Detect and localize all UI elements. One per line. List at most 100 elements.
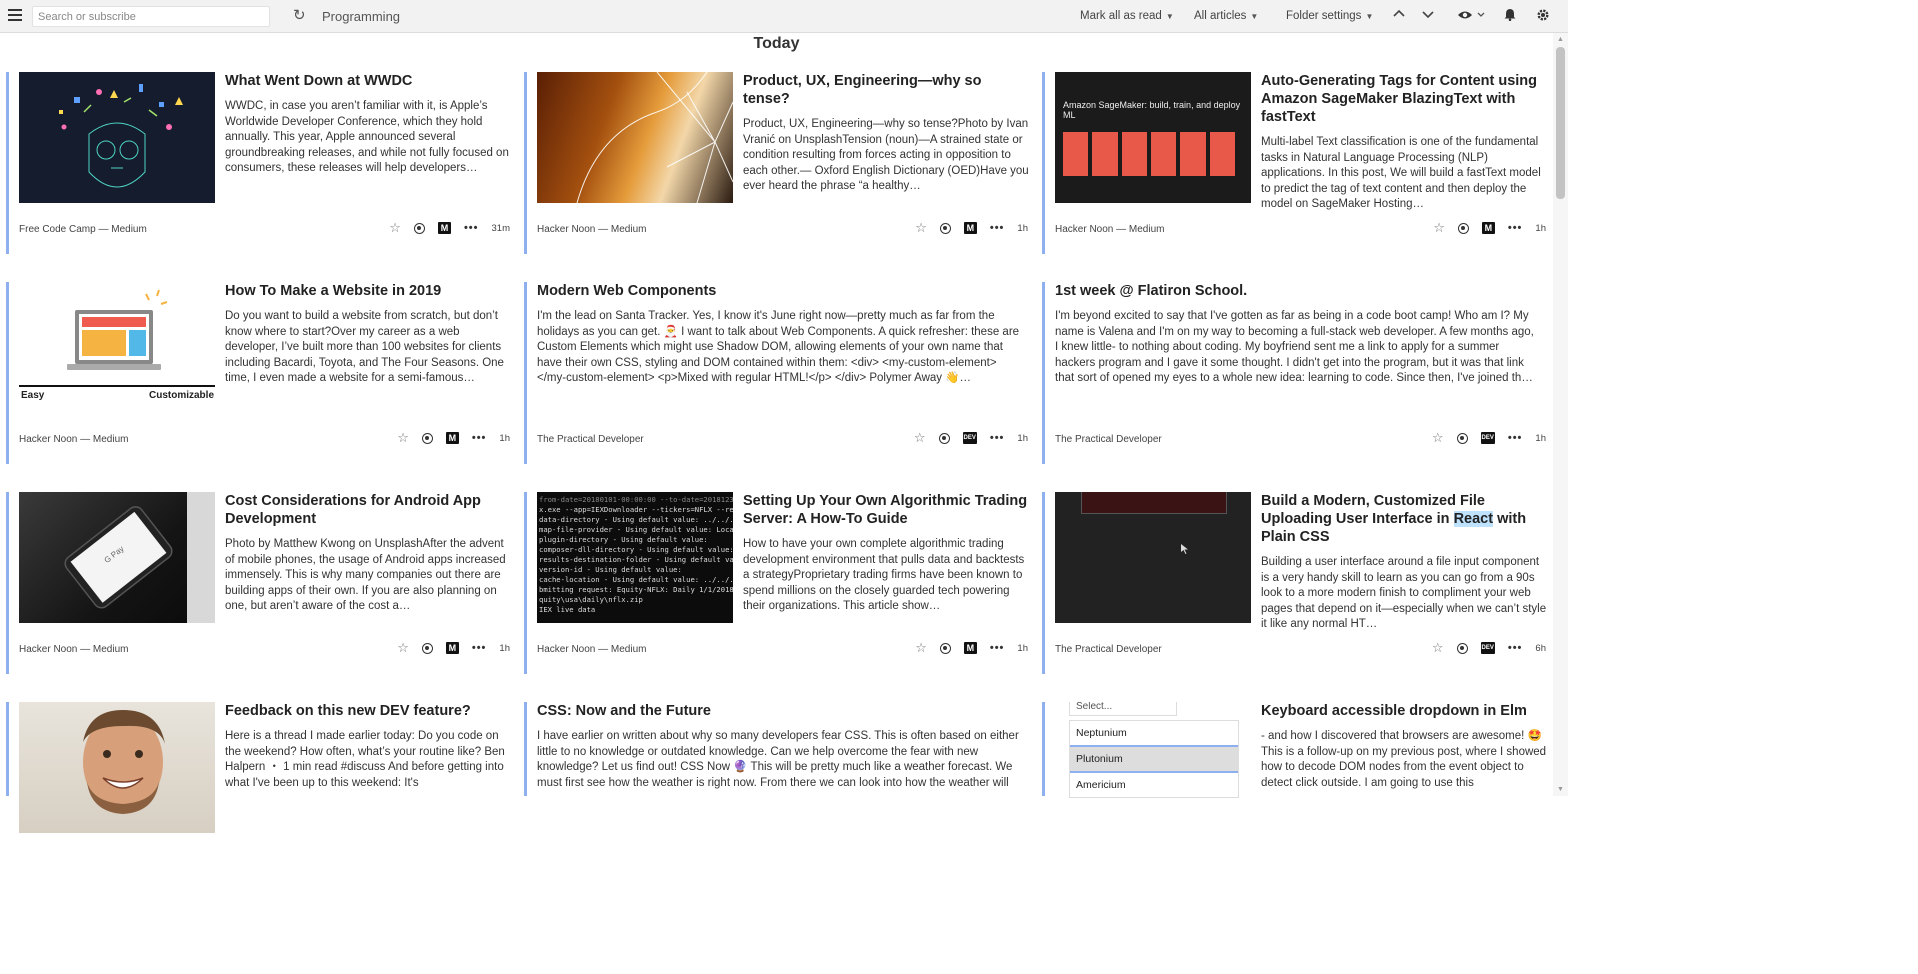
article-card[interactable]: Modern Web Components I'm the lead on Sa… — [524, 282, 1036, 464]
article-title[interactable]: Product, UX, Engineering—why so tense? — [743, 72, 1031, 108]
scroll-up-icon[interactable]: ▲ — [1557, 36, 1564, 43]
refresh-icon[interactable]: ↻ — [293, 7, 306, 25]
article-source[interactable]: Hacker Noon — Medium — [1055, 224, 1164, 235]
title-highlight: React — [1453, 511, 1494, 527]
more-icon[interactable]: ••• — [472, 432, 487, 444]
terminal-line: data-directory - Using default value: ..… — [539, 515, 733, 524]
article-actions: ☆ M ••• 1h — [915, 221, 1028, 235]
radio-icon[interactable] — [413, 222, 425, 234]
article-time: 1h — [499, 642, 510, 654]
menu-icon[interactable] — [8, 9, 22, 23]
gear-icon[interactable] — [1536, 8, 1550, 26]
radio-icon[interactable] — [1457, 222, 1469, 234]
article-title[interactable]: What Went Down at WWDC — [225, 72, 513, 90]
article-card[interactable]: G Pay Cost Considerations for Android Ap… — [6, 492, 518, 674]
article-source[interactable]: Hacker Noon — Medium — [19, 644, 128, 655]
article-source[interactable]: The Practical Developer — [537, 434, 644, 445]
article-title[interactable]: Cost Considerations for Android App Deve… — [225, 492, 513, 528]
dev-icon[interactable]: DEV — [1480, 642, 1495, 654]
star-icon[interactable]: ☆ — [397, 641, 409, 655]
article-title[interactable]: CSS: Now and the Future — [537, 702, 1022, 720]
more-icon[interactable]: ••• — [990, 642, 1005, 654]
star-icon[interactable]: ☆ — [915, 641, 927, 655]
star-icon[interactable]: ☆ — [389, 221, 401, 235]
article-card[interactable]: CSS: Now and the Future I have earlier o… — [524, 702, 1036, 796]
article-title[interactable]: Modern Web Components — [537, 282, 1022, 300]
folder-settings-button[interactable]: Folder settings ▼ — [1286, 10, 1373, 22]
radio-icon[interactable] — [938, 432, 950, 444]
article-card[interactable]: What Went Down at WWDC WWDC, in case you… — [6, 72, 518, 254]
more-icon[interactable]: ••• — [472, 642, 487, 654]
article-source[interactable]: The Practical Developer — [1055, 644, 1162, 655]
more-icon[interactable]: ••• — [1508, 642, 1523, 654]
article-title[interactable]: Keyboard accessible dropdown in Elm — [1261, 702, 1549, 720]
more-icon[interactable]: ••• — [464, 222, 479, 234]
more-icon[interactable]: ••• — [990, 222, 1005, 234]
article-thumbnail: G Pay — [19, 492, 215, 623]
article-excerpt: How to have your own complete algorithmi… — [743, 538, 1025, 613]
more-icon[interactable]: ••• — [1508, 222, 1523, 234]
article-source[interactable]: The Practical Developer — [1055, 434, 1162, 445]
article-card[interactable]: Easy Customizable How To Make a Website … — [6, 282, 518, 464]
dev-icon[interactable]: DEV — [1480, 432, 1495, 444]
article-excerpt: - and how I discovered that browsers are… — [1261, 730, 1547, 789]
scroll-down-icon[interactable]: ▼ — [1557, 786, 1564, 793]
article-title[interactable]: Setting Up Your Own Algorithmic Trading … — [743, 492, 1031, 528]
medium-icon[interactable]: M — [963, 222, 977, 234]
article-time: 31m — [491, 222, 510, 234]
radio-icon[interactable] — [1456, 432, 1468, 444]
radio-icon[interactable] — [421, 642, 433, 654]
article-card[interactable]: from-date=20180101-00:00:00 --to-date=20… — [524, 492, 1036, 674]
chevron-up-icon[interactable] — [1393, 8, 1405, 24]
article-card[interactable]: Build a Modern, Customized File Uploadin… — [1042, 492, 1554, 674]
star-icon[interactable]: ☆ — [397, 431, 409, 445]
star-icon[interactable]: ☆ — [1433, 221, 1445, 235]
medium-icon[interactable]: M — [445, 432, 459, 444]
more-icon[interactable]: ••• — [990, 432, 1005, 444]
article-title[interactable]: 1st week @ Flatiron School. — [1055, 282, 1540, 300]
terminal-line: cache-location - Using default value: ..… — [539, 575, 733, 584]
radio-icon[interactable] — [939, 222, 951, 234]
star-icon[interactable]: ☆ — [1432, 641, 1444, 655]
article-card[interactable]: 1st week @ Flatiron School. I'm beyond e… — [1042, 282, 1554, 464]
star-icon[interactable]: ☆ — [915, 221, 927, 235]
article-actions: ☆ DEV ••• 1h — [914, 431, 1028, 445]
medium-icon[interactable]: M — [1481, 222, 1495, 234]
radio-icon[interactable] — [1456, 642, 1468, 654]
mark-all-read-label: Mark all as read — [1080, 10, 1162, 22]
radio-icon[interactable] — [939, 642, 951, 654]
medium-icon[interactable]: M — [445, 642, 459, 654]
article-title[interactable]: How To Make a Website in 2019 — [225, 282, 513, 300]
dropdown-option: Americium — [1076, 779, 1126, 791]
dev-icon[interactable]: DEV — [962, 432, 977, 444]
article-source[interactable]: Hacker Noon — Medium — [19, 434, 128, 445]
article-source[interactable]: Hacker Noon — Medium — [537, 644, 646, 655]
search-input[interactable] — [32, 6, 270, 27]
radio-icon[interactable] — [421, 432, 433, 444]
more-icon[interactable]: ••• — [1508, 432, 1523, 444]
eye-icon[interactable] — [1457, 8, 1487, 26]
article-title[interactable]: Build a Modern, Customized File Uploadin… — [1261, 492, 1549, 546]
scrollbar[interactable]: ▲ ▼ — [1553, 33, 1568, 796]
article-actions: ☆ M ••• 31m — [389, 221, 510, 235]
medium-icon[interactable]: M — [437, 222, 451, 234]
scrollbar-thumb[interactable] — [1556, 47, 1565, 199]
medium-icon[interactable]: M — [963, 642, 977, 654]
article-actions: ☆ M ••• 1h — [397, 431, 510, 445]
article-title[interactable]: Auto-Generating Tags for Content using A… — [1261, 72, 1549, 126]
article-card[interactable]: Select... Neptunium Plutonium Americium … — [1042, 702, 1554, 833]
mark-all-read-button[interactable]: Mark all as read ▼ — [1080, 10, 1174, 22]
article-card[interactable]: Feedback on this new DEV feature? Here i… — [6, 702, 518, 833]
article-title[interactable]: Feedback on this new DEV feature? — [225, 702, 513, 720]
article-card[interactable]: Product, UX, Engineering—why so tense? P… — [524, 72, 1036, 254]
article-source[interactable]: Free Code Camp — Medium — [19, 224, 147, 235]
article-excerpt: Building a user interface around a file … — [1261, 556, 1547, 631]
star-icon[interactable]: ☆ — [914, 431, 926, 445]
filter-dropdown[interactable]: All articles ▼ — [1194, 10, 1258, 22]
chevron-down-icon[interactable] — [1422, 8, 1434, 24]
article-card[interactable]: Amazon SageMaker: build, train, and depl… — [1042, 72, 1554, 254]
chevron-down-icon: ▼ — [1250, 12, 1259, 21]
article-source[interactable]: Hacker Noon — Medium — [537, 224, 646, 235]
star-icon[interactable]: ☆ — [1432, 431, 1444, 445]
bell-icon[interactable] — [1504, 8, 1516, 25]
